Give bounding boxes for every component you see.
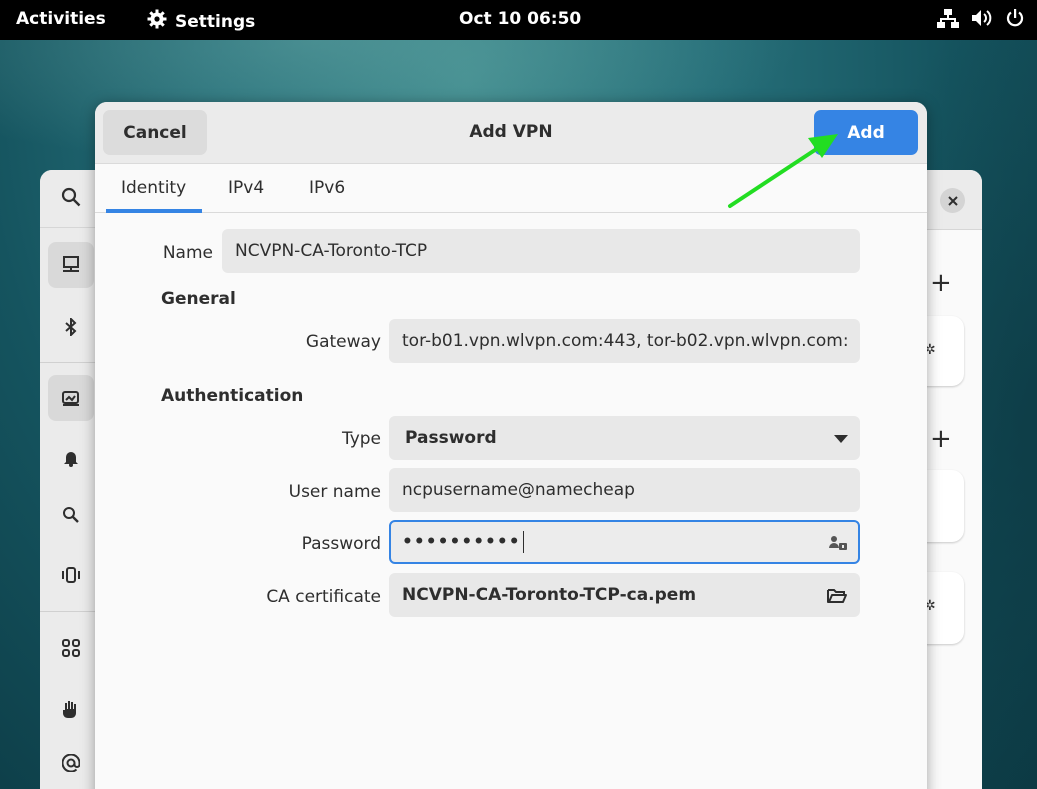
annotation-arrow <box>728 134 838 208</box>
